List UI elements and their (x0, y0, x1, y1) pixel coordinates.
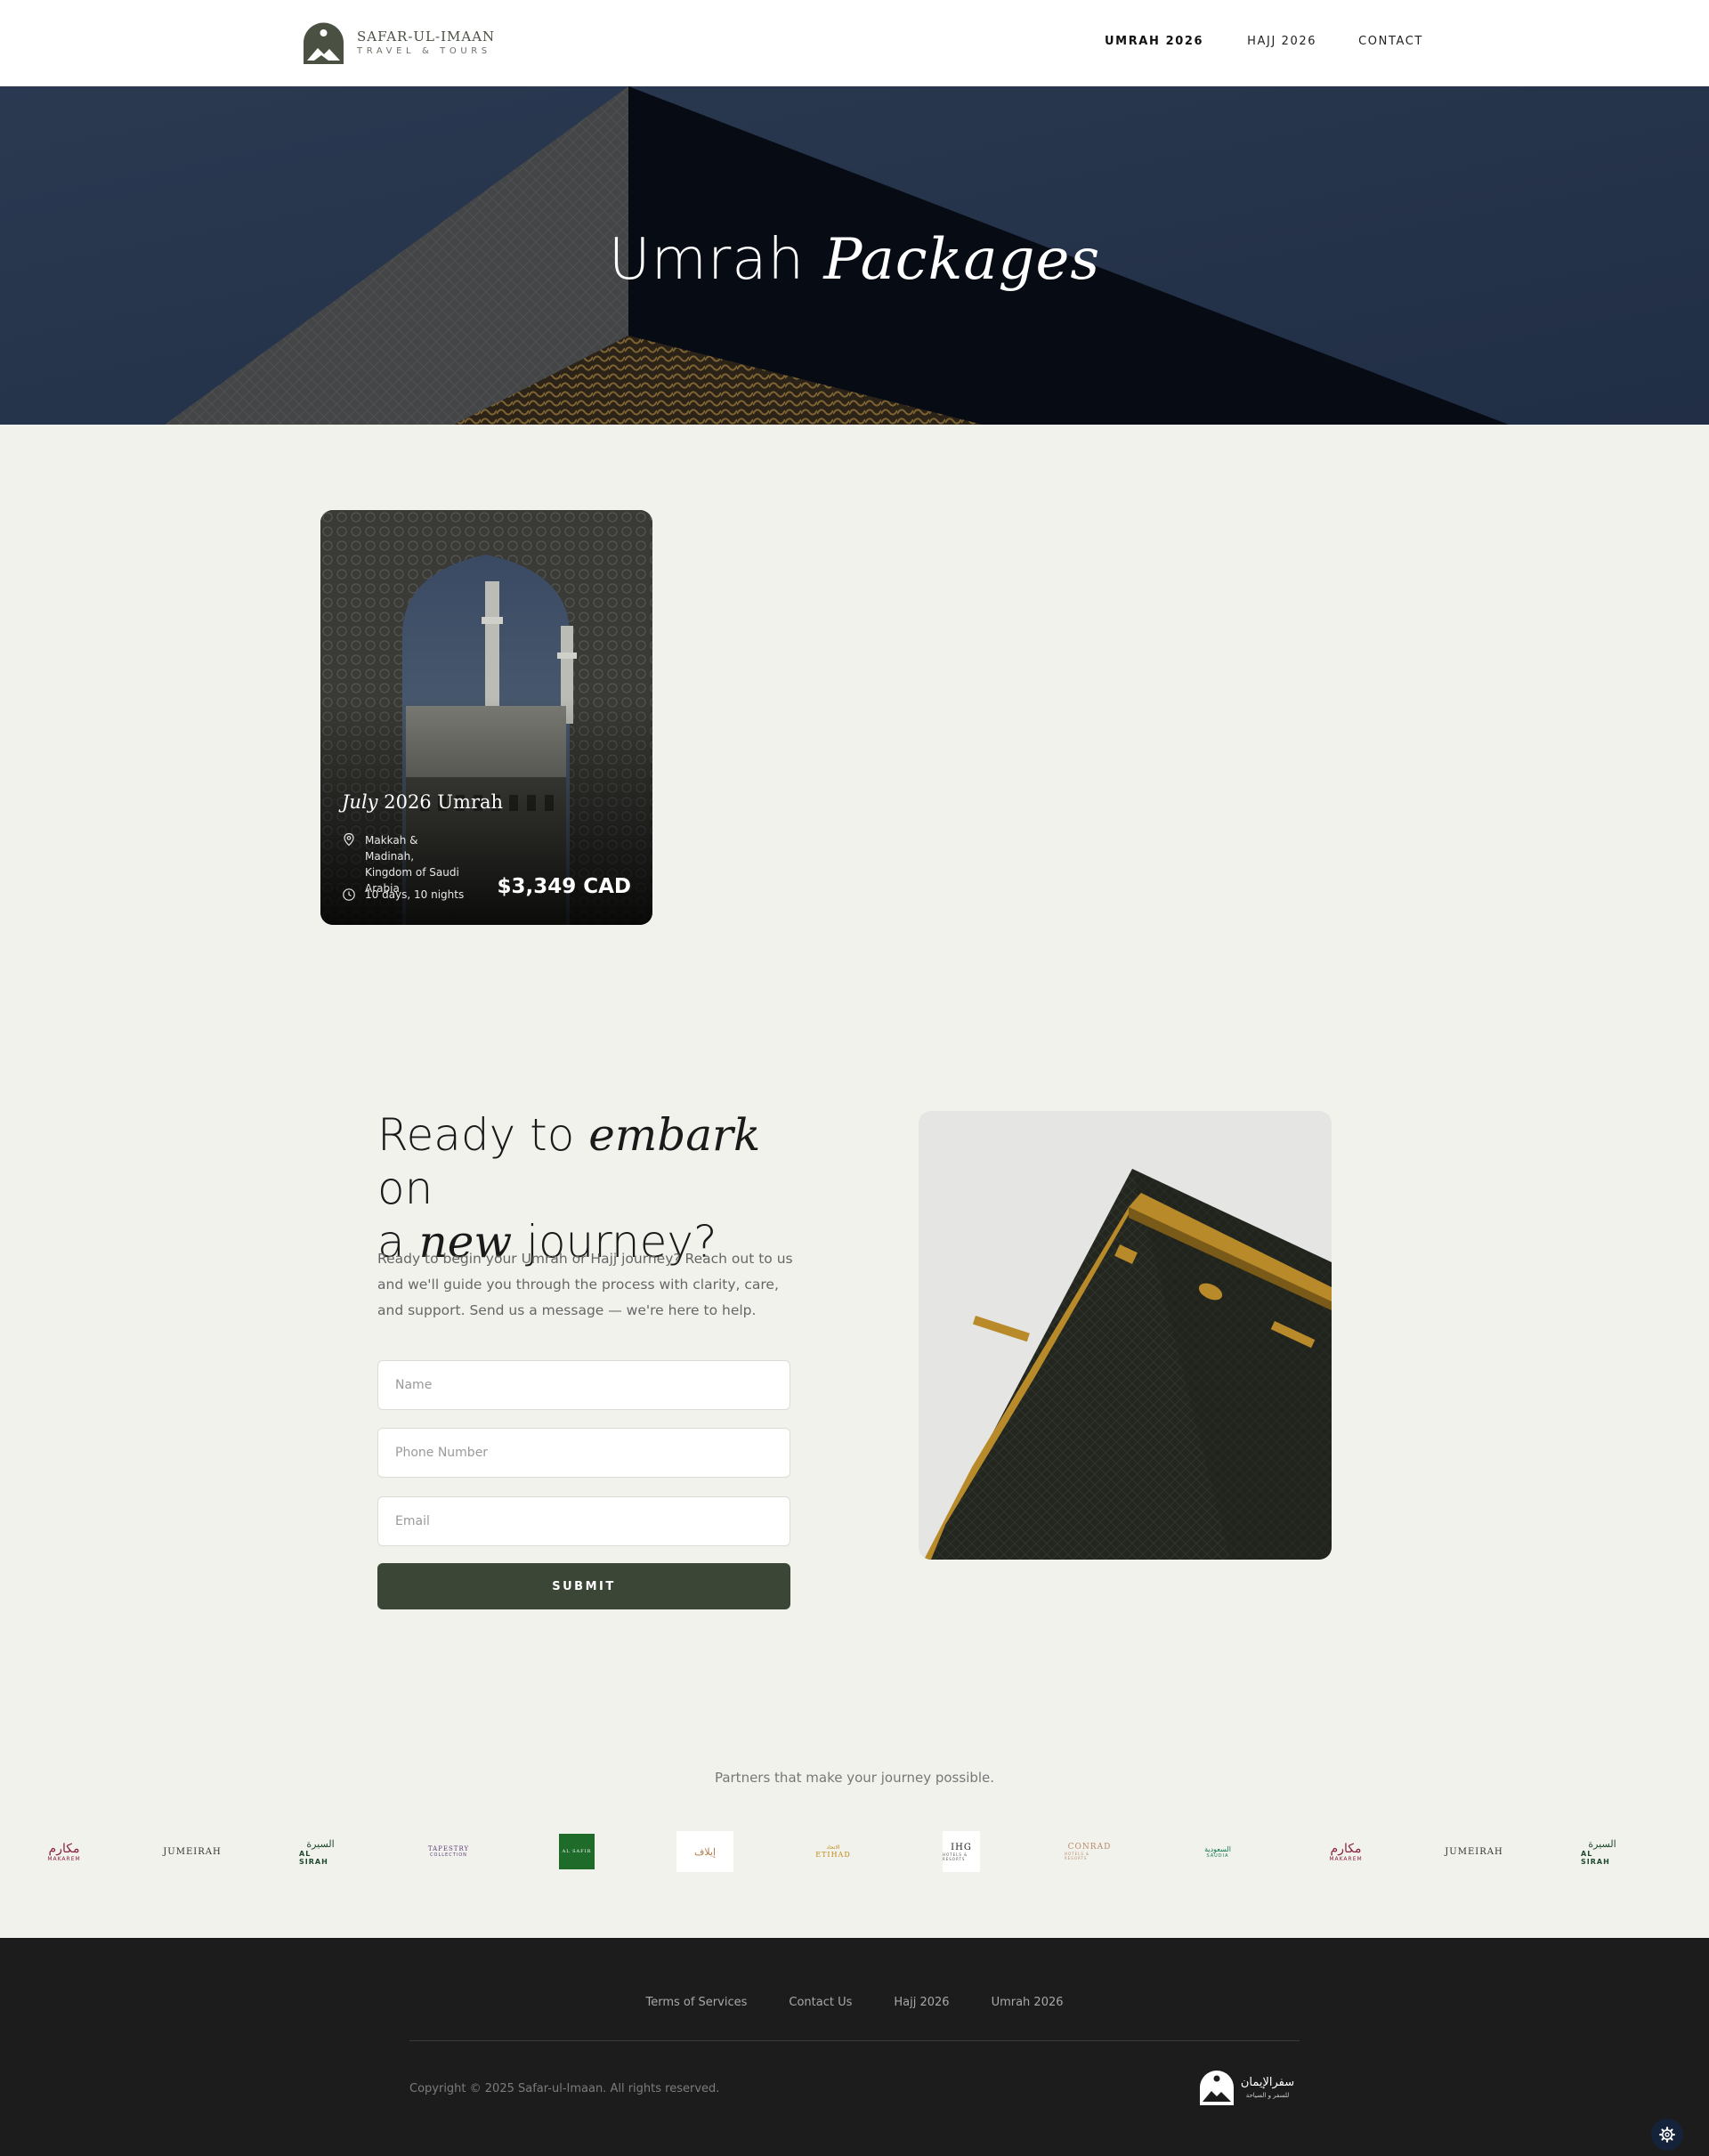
main-nav: UMRAH 2026 HAJJ 2026 CONTACT (1105, 35, 1423, 48)
partner-logo-elaf: إيلاف (676, 1831, 733, 1872)
cta-heading: Ready to embark on a new journey? (377, 1108, 822, 1268)
cta-heading-part-3: on (377, 1163, 433, 1214)
footer-logo[interactable]: سفرالإيمان للسفر و السياحة (1198, 2068, 1301, 2107)
package-title: July 2026 Umrah (342, 791, 503, 813)
partner-logo-saudia: السعودية SAUDIA (1204, 1844, 1231, 1859)
partner-logos-strip: مكارم MAKAREM JUMEIRAH السيرة AL SIRAH T… (0, 1831, 1709, 1872)
nav-hajj-2026[interactable]: HAJJ 2026 (1247, 35, 1316, 48)
site-logo[interactable]: SAFAR-UL-IMAAN TRAVEL & TOURS (302, 21, 495, 64)
hero-title-italic: Packages (823, 227, 1101, 293)
map-pin-icon (344, 832, 354, 847)
cta-description: Ready to begin your Umrah or Hajj journe… (377, 1251, 793, 1318)
cta-heading-embark: embark (588, 1109, 761, 1161)
cta-heading-part-1: Ready to (377, 1109, 575, 1161)
hero-title: Umrah Packages (0, 227, 1709, 293)
logo-tagline: TRAVEL & TOURS (357, 46, 491, 56)
settings-button[interactable] (1651, 2119, 1683, 2151)
partner-logo-jumeirah-2: JUMEIRAH (1445, 1846, 1503, 1857)
kaaba-corner-image (919, 1111, 1332, 1560)
logo-name: SAFAR-UL-IMAAN (357, 28, 496, 45)
partner-logo-makarem: مكارم MAKAREM (47, 1841, 81, 1862)
nav-contact[interactable]: CONTACT (1358, 35, 1423, 48)
partner-logo-jumeirah: JUMEIRAH (163, 1846, 222, 1857)
partners-heading: Partners that make your journey possible… (714, 1770, 995, 1786)
name-input[interactable] (377, 1360, 790, 1410)
site-footer: Terms of Services Contact Us Hajj 2026 U… (0, 1938, 1709, 2156)
package-title-rest: 2026 Umrah (384, 791, 504, 813)
phone-input[interactable] (377, 1428, 790, 1478)
logo-mark-icon (304, 22, 344, 64)
footer-logo-mark-icon: سفرالإيمان للسفر و السياحة (1200, 2071, 1294, 2105)
hero-title-plain: Umrah (608, 227, 806, 293)
partner-logo-al-sirah-2: السيرة AL SIRAH (1581, 1837, 1616, 1866)
partner-logo-makarem-2: مكارم MAKAREM (1329, 1841, 1363, 1862)
site-header: SAFAR-UL-IMAAN TRAVEL & TOURS UMRAH 2026… (0, 0, 1709, 86)
copyright-text: Copyright © 2025 Safar-ul-Imaan. All rig… (409, 2082, 720, 2095)
clock-icon (343, 888, 355, 901)
partner-logo-al-safir: AL SAFIR (559, 1834, 595, 1869)
partner-logo-tapestry: TAPESTRY COLLECTION (427, 1845, 470, 1858)
svg-text:للسفر و السياحة: للسفر و السياحة (1246, 2092, 1290, 2099)
package-duration: 10 days, 10 nights (342, 888, 464, 902)
package-card[interactable]: July 2026 Umrah Makkah & Madinah, Kingdo… (320, 510, 652, 925)
package-duration-text: 10 days, 10 nights (365, 888, 465, 901)
partner-logo-al-sirah: السيرة AL SIRAH (299, 1837, 335, 1866)
partner-logo-ihg: IHG HOTELS & RESORTS (943, 1831, 980, 1872)
nav-umrah-2026[interactable]: UMRAH 2026 (1105, 35, 1203, 48)
partner-logo-conrad: CONRAD HOTELS & RESORTS (1065, 1843, 1112, 1860)
package-price: $3,349 CAD (497, 875, 631, 898)
submit-button[interactable]: SUBMIT (377, 1563, 790, 1609)
svg-text:سفرالإيمان: سفرالإيمان (1241, 2076, 1294, 2089)
hero-banner: Umrah Packages (0, 86, 1709, 425)
footer-link-contact[interactable]: Contact Us (789, 1996, 852, 2009)
footer-divider (409, 2040, 1300, 2041)
footer-links: Terms of Services Contact Us Hajj 2026 U… (0, 1996, 1709, 2009)
partner-logo-etihad: الاتحاد ETIHAD (815, 1844, 851, 1859)
footer-link-umrah-2026[interactable]: Umrah 2026 (992, 1996, 1064, 2009)
footer-link-hajj-2026[interactable]: Hajj 2026 (894, 1996, 949, 2009)
email-input[interactable] (377, 1496, 790, 1546)
gear-icon (1659, 2127, 1675, 2143)
footer-link-terms[interactable]: Terms of Services (645, 1996, 747, 2009)
package-title-month: July (342, 791, 378, 813)
